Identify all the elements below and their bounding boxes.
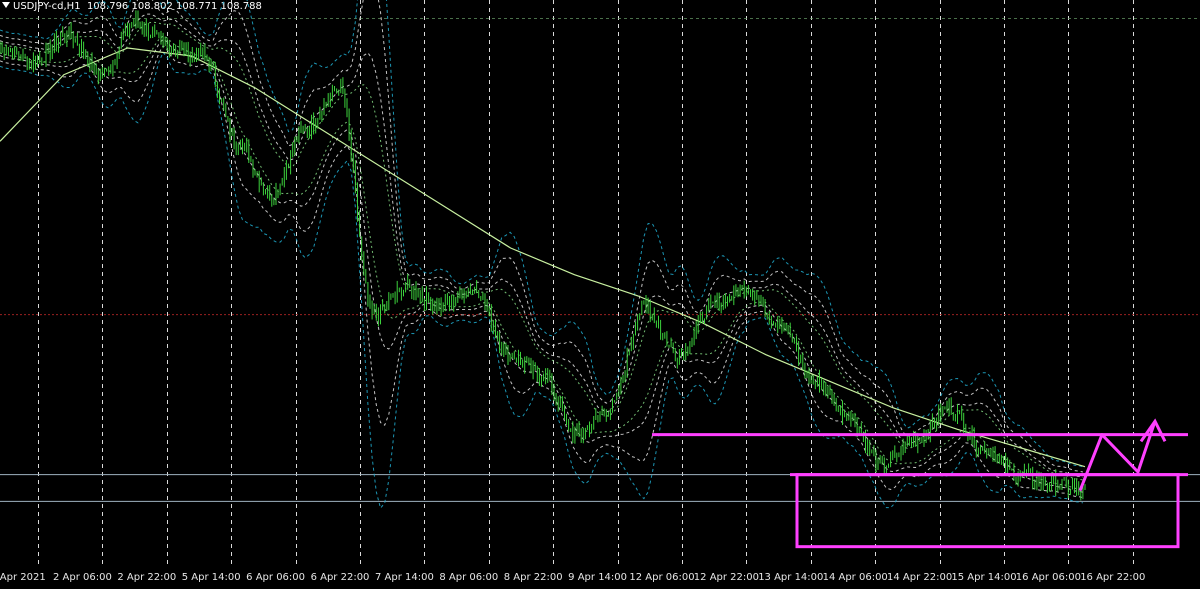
x-tick-label: 7 Apr 14:00 (375, 572, 434, 583)
mid-band (0, 21, 1084, 481)
inner-band (0, 45, 1084, 499)
x-tick-label: 8 Apr 22:00 (504, 572, 563, 583)
outer-band (0, 0, 1084, 468)
x-axis: 1 Apr 2021 2 Apr 06:00 2 Apr 22:00 5 Apr 14… (0, 568, 1200, 589)
x-tick-label: 6 Apr 22:00 (311, 572, 370, 583)
x-tick-label: 12 Apr 22:00 (694, 572, 759, 583)
x-tick-label: 14 Apr 06:00 (823, 572, 888, 583)
inner-band (0, 0, 1084, 473)
x-tick-label: 12 Apr 06:00 (629, 572, 694, 583)
chart-grid (0, 0, 1200, 568)
x-tick-label: 15 Apr 14:00 (951, 572, 1016, 583)
envelope-bands (0, 0, 1084, 510)
range-box (795, 473, 1180, 549)
inner-band (0, 38, 1084, 493)
candles-layer (0, 10, 1086, 501)
mid-band (0, 35, 1084, 491)
x-tick-label: 5 Apr 14:00 (182, 572, 241, 583)
moving-average-line (0, 47, 1086, 468)
inner-band (0, 13, 1084, 478)
x-tick-label: 9 Apr 14:00 (568, 572, 627, 583)
x-tick-label: 1 Apr 2021 (0, 572, 46, 583)
x-tick-label: 16 Apr 06:00 (1016, 572, 1081, 583)
x-tick-label: 16 Apr 22:00 (1080, 572, 1145, 583)
x-tick-label: 6 Apr 06:00 (246, 572, 305, 583)
x-tick-label: 8 Apr 06:00 (439, 572, 498, 583)
x-tick-label: 2 Apr 06:00 (53, 572, 112, 583)
x-tick-label: 13 Apr 14:00 (758, 572, 823, 583)
moving-average-layer (0, 47, 1086, 468)
x-tick-label: 2 Apr 22:00 (117, 572, 176, 583)
x-tick-label: 14 Apr 22:00 (887, 572, 952, 583)
price-chart[interactable]: 1 Apr 2021 2 Apr 06:00 2 Apr 22:00 5 Apr 14… (0, 0, 1200, 589)
outer-band (0, 51, 1084, 510)
projected-path (1078, 420, 1157, 492)
